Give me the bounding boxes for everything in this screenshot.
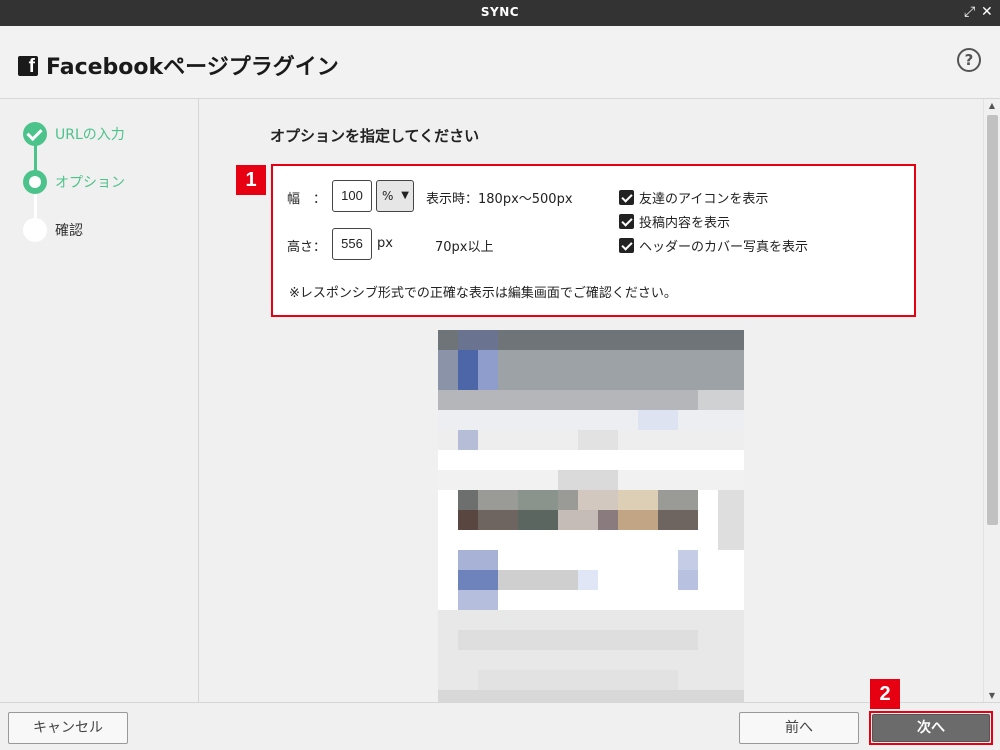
checkbox-cover-photo-label[interactable]: ヘッダーのカバー写真を表示: [639, 236, 808, 255]
close-icon[interactable]: ✕: [981, 3, 993, 21]
height-unit: px: [377, 236, 393, 251]
scroll-down-arrow-icon[interactable]: ▼: [984, 691, 1000, 700]
dialog-footer: キャンセル 前へ 次へ 2: [0, 679, 1000, 750]
section-heading: オプションを指定してください: [270, 127, 480, 145]
checkbox-friend-icons-label[interactable]: 友達のアイコンを表示: [639, 188, 768, 207]
checkbox-cover-photo[interactable]: [619, 238, 634, 253]
window-title: SYNC: [480, 5, 520, 19]
checkbox-friend-icons[interactable]: [619, 190, 634, 205]
scroll-up-arrow-icon[interactable]: ▲: [984, 101, 1000, 110]
step-done-check-icon: [23, 122, 47, 146]
chevron-down-icon: ▼: [401, 190, 409, 201]
plugin-preview-image: [438, 330, 744, 702]
help-icon[interactable]: ?: [957, 48, 981, 72]
width-label: 幅 ：: [287, 192, 327, 207]
step-label-url[interactable]: URLの入力: [55, 124, 125, 144]
step-sidebar: URLの入力 オプション 確認: [0, 99, 199, 702]
vertical-scrollbar[interactable]: ▲ ▼: [983, 99, 1000, 702]
checkbox-posts-label[interactable]: 投稿内容を表示: [639, 212, 730, 231]
width-unit-value: %: [382, 189, 394, 203]
main-content: オプションを指定してください 1 幅 ： 100 % ▼ 表示時：180px〜5…: [200, 99, 983, 702]
window-titlebar: SYNC ⤢ ✕: [0, 0, 1000, 26]
checkbox-posts[interactable]: [619, 214, 634, 229]
height-hint: 70px以上: [435, 240, 494, 255]
width-hint: 表示時：180px〜500px: [426, 192, 573, 207]
height-label: 高さ：: [287, 240, 327, 255]
expand-icon[interactable]: ⤢: [964, 3, 975, 21]
prev-button[interactable]: 前へ: [739, 712, 859, 744]
width-input[interactable]: 100: [332, 180, 372, 212]
scrollbar-thumb[interactable]: [987, 115, 998, 525]
cancel-button[interactable]: キャンセル: [8, 712, 128, 744]
page-title: Facebookページプラグイン: [46, 55, 339, 80]
next-button[interactable]: 次へ: [872, 714, 990, 742]
width-unit-select[interactable]: % ▼: [376, 180, 414, 212]
facebook-icon: f: [18, 56, 38, 76]
responsive-note: ※レスポンシブ形式での正確な表示は編集画面でご確認ください。: [289, 286, 677, 301]
step-label-options[interactable]: オプション: [55, 172, 125, 192]
options-panel: 幅 ： 100 % ▼ 表示時：180px〜500px 高さ： 556 px 7…: [271, 164, 916, 317]
dialog-header: f Facebookページプラグイン ?: [0, 26, 1000, 99]
callout-badge-1: 1: [236, 165, 266, 195]
step-label-confirm: 確認: [55, 223, 83, 239]
callout-badge-2: 2: [870, 679, 900, 709]
height-input[interactable]: 556: [332, 228, 372, 260]
step-pending-icon: [23, 218, 47, 242]
step-active-icon: [23, 170, 47, 194]
